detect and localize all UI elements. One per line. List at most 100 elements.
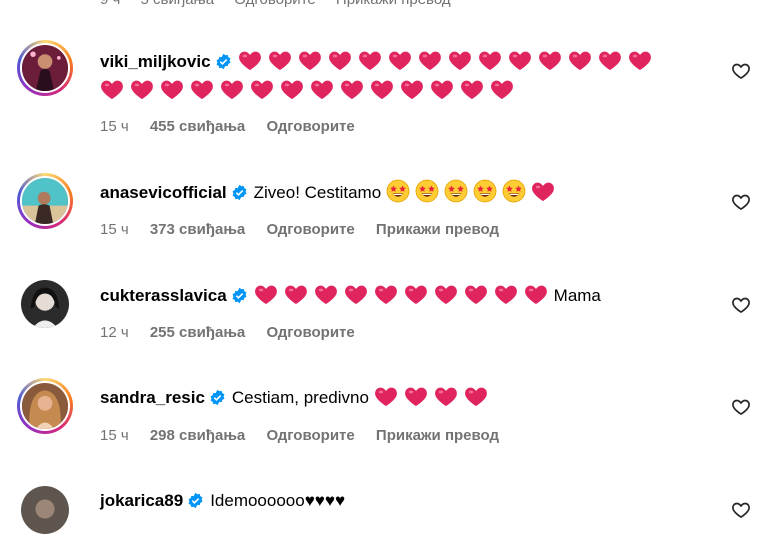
heart-emoji-icon <box>538 51 561 70</box>
heart-emoji-icon <box>268 51 291 70</box>
heart-emoji-icon <box>101 80 123 99</box>
comment-username[interactable]: sandra_resic <box>100 388 205 407</box>
heart-emoji-icon <box>221 80 243 99</box>
comment-username[interactable]: anasevicofficial <box>100 183 227 202</box>
comment-username[interactable]: jokarica89 <box>100 491 183 510</box>
comment-text: Mama <box>553 286 601 305</box>
avatar[interactable] <box>21 486 69 534</box>
heart-emoji-icon <box>314 285 337 304</box>
heart-emoji-icon <box>328 51 351 70</box>
avatar-frame[interactable] <box>17 276 73 332</box>
heart-emoji-icon <box>191 80 213 99</box>
comment-meta: 15 ч 373 свиђања Одговорите Прикажи прев… <box>100 221 516 238</box>
heart-emoji-icon <box>531 182 554 201</box>
heart-emoji-icon <box>284 285 307 304</box>
comment-time: 9 ч <box>100 0 120 8</box>
heart-emoji-icon <box>508 51 531 70</box>
heart-emoji-icon <box>374 387 397 406</box>
heart-emoji-icon <box>434 285 457 304</box>
heart-emoji-group <box>531 182 561 202</box>
comment-likes[interactable]: 5 свиђања <box>141 0 215 8</box>
comment-time: 15 ч <box>100 221 129 238</box>
reply-button[interactable]: Одговорите <box>234 0 315 8</box>
story-ring[interactable] <box>17 378 73 434</box>
comment-username[interactable]: cukterasslavica <box>100 286 227 305</box>
reply-button[interactable]: Одговорите <box>266 118 354 135</box>
avatar[interactable] <box>20 176 70 226</box>
heart-emoji-icon <box>401 80 423 99</box>
heart-emoji-icon <box>404 387 427 406</box>
verified-badge-icon <box>232 184 247 201</box>
comment-body: anasevicofficial Ziveo! Cestitamo <box>100 178 680 207</box>
previous-comment-meta: 9 ч 5 свиђања Одговорите Прикажи превод <box>100 0 467 8</box>
heart-emoji-icon <box>344 285 367 304</box>
heart-emoji-icon <box>298 51 321 70</box>
comment-time: 12 ч <box>100 324 129 341</box>
comment-likes[interactable]: 298 свиђања <box>150 427 245 444</box>
comment-meta: 12 ч 255 свиђања Одговорите <box>100 324 372 341</box>
comment-body: jokarica89 Idemoooooo♥♥♥♥ <box>100 486 680 515</box>
like-heart-outline-icon[interactable] <box>731 61 751 81</box>
translate-button[interactable]: Прикажи превод <box>376 221 499 238</box>
avatar[interactable] <box>20 43 70 93</box>
heart-emoji-icon <box>494 285 517 304</box>
heart-emoji-icon <box>404 285 427 304</box>
heart-emoji-icon <box>478 51 501 70</box>
comment-likes[interactable]: 255 свиђања <box>150 324 245 341</box>
avatar[interactable] <box>20 381 70 431</box>
heart-emoji-icon <box>251 80 273 99</box>
avatar-icon <box>22 178 68 224</box>
comment-likes[interactable]: 373 свиђања <box>150 221 245 238</box>
heart-emoji-icon <box>628 51 651 70</box>
heart-emoji-icon <box>464 387 487 406</box>
translate-button[interactable]: Прикажи превод <box>336 0 451 8</box>
heart-emoji-icon <box>131 80 153 99</box>
story-ring[interactable] <box>17 173 73 229</box>
star-struck-emoji-icon <box>502 179 526 203</box>
heart-emoji-icon <box>431 80 453 99</box>
avatar[interactable] <box>21 280 69 328</box>
heart-emoji-icon <box>341 80 363 99</box>
heart-emoji-icon <box>371 80 393 99</box>
heart-emoji-icon <box>491 80 513 99</box>
heart-emoji-icon <box>311 80 333 99</box>
avatar-frame[interactable] <box>17 482 73 538</box>
story-ring[interactable] <box>17 40 73 96</box>
comment-body: viki_miljkovic <box>100 47 680 105</box>
star-struck-emoji-group <box>386 179 531 203</box>
like-heart-outline-icon[interactable] <box>731 500 751 520</box>
heart-emoji-icon <box>161 80 183 99</box>
heart-emoji-icon <box>464 285 487 304</box>
comment-meta: 15 ч 298 свиђања Одговорите Прикажи прев… <box>100 427 516 444</box>
comment-body: cukterasslavica Mama <box>100 281 680 310</box>
avatar-icon <box>21 280 69 328</box>
star-struck-emoji-icon <box>415 179 439 203</box>
verified-badge-icon <box>232 287 247 304</box>
heart-emoji-icon <box>461 80 483 99</box>
comment-text: Idemoooooo♥♥♥♥ <box>210 491 346 510</box>
like-heart-outline-icon[interactable] <box>731 295 751 315</box>
comment-likes[interactable]: 455 свиђања <box>150 118 245 135</box>
reply-button[interactable]: Одговорите <box>266 221 354 238</box>
heart-emoji-icon <box>374 285 397 304</box>
avatar-icon <box>22 383 68 429</box>
heart-emoji-icon <box>358 51 381 70</box>
reply-button[interactable]: Одговорите <box>266 324 354 341</box>
avatar-icon <box>22 45 68 91</box>
verified-badge-icon <box>210 389 225 406</box>
heart-emoji-icon <box>418 51 441 70</box>
comment-body: sandra_resic Cestiam, predivno <box>100 383 680 412</box>
star-struck-emoji-icon <box>473 179 497 203</box>
heart-emoji-icon <box>434 387 457 406</box>
verified-badge-icon <box>188 492 203 509</box>
heart-emoji-icon <box>524 285 547 304</box>
like-heart-outline-icon[interactable] <box>731 192 751 212</box>
heart-emoji-icon <box>568 51 591 70</box>
translate-button[interactable]: Прикажи превод <box>376 427 499 444</box>
comment-text: Ziveo! Cestitamo <box>253 183 382 202</box>
reply-button[interactable]: Одговорите <box>266 427 354 444</box>
heart-emoji-group <box>374 387 494 407</box>
comment-username[interactable]: viki_miljkovic <box>100 52 211 71</box>
like-heart-outline-icon[interactable] <box>731 397 751 417</box>
heart-emoji-icon <box>254 285 277 304</box>
